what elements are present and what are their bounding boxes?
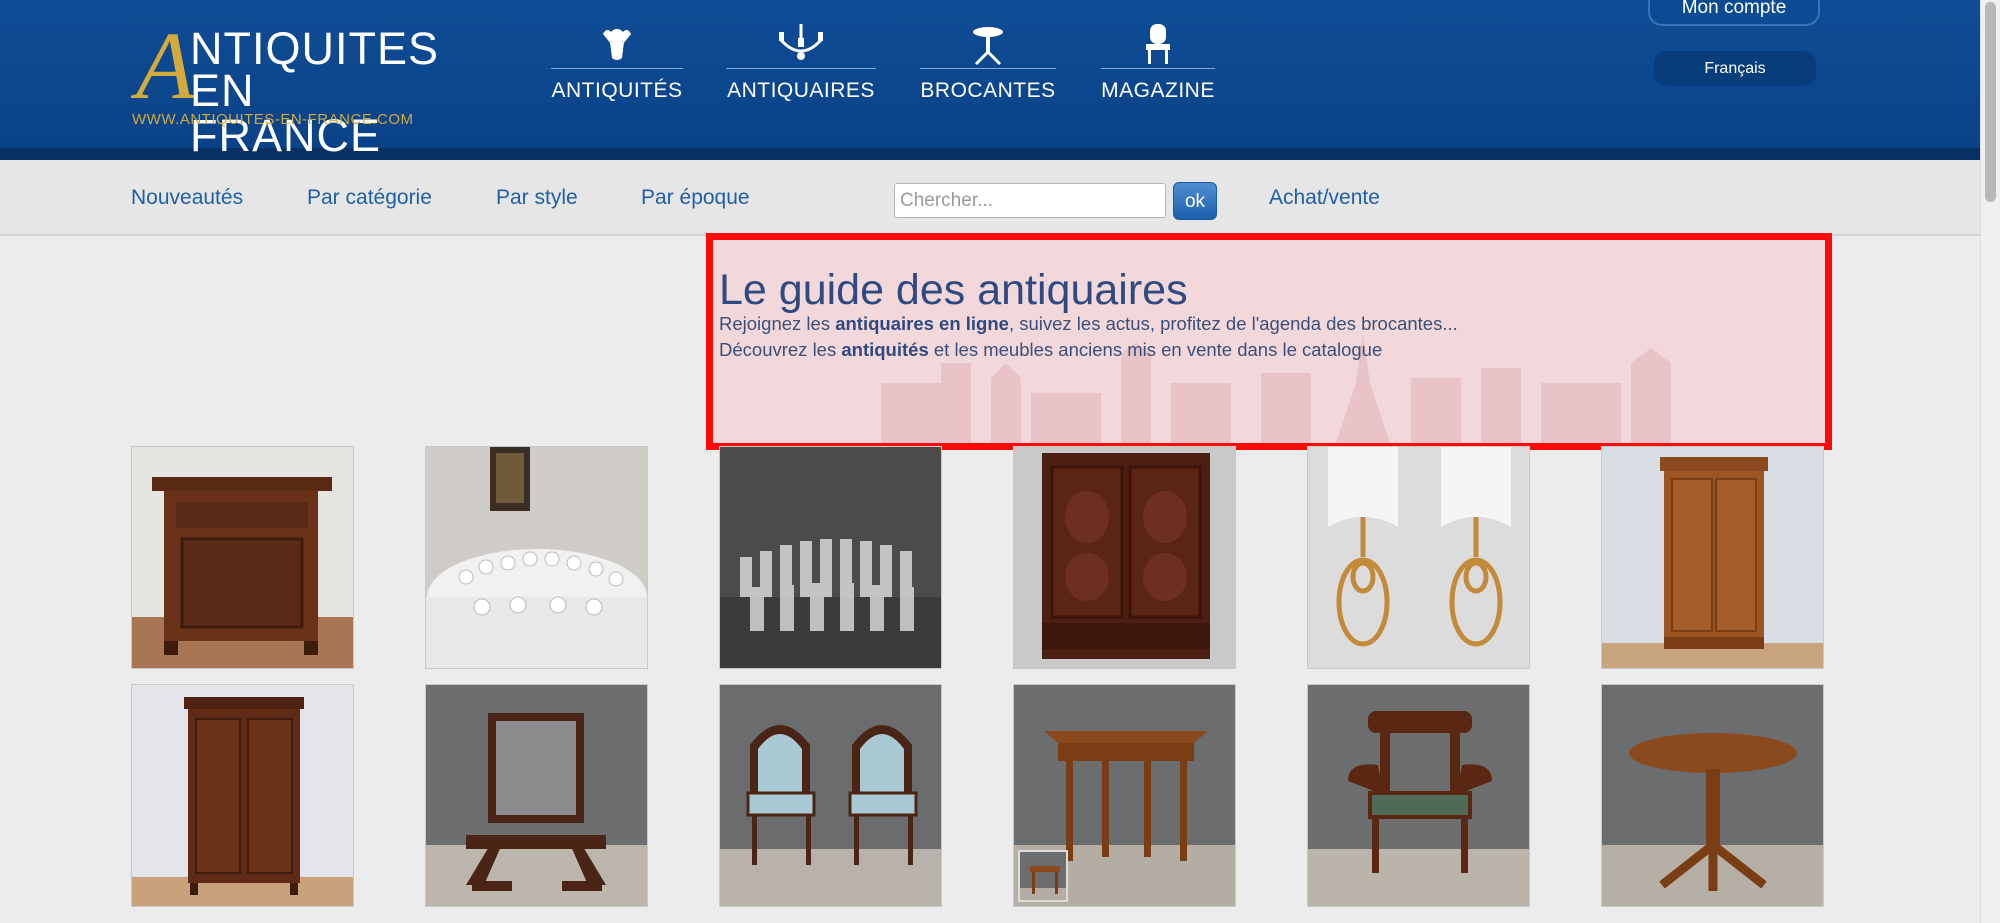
logo-letter: A (136, 12, 195, 119)
guide-line-2: Découvrez les antiquités et les meubles … (719, 339, 1383, 360)
guide-banner: Le guide des antiquaires Rejoignez les a… (706, 233, 1832, 450)
link-achat-vente[interactable]: Achat/vente (1269, 186, 1380, 210)
chandelier-icon (726, 22, 876, 66)
cherub-icon (551, 22, 683, 66)
psyche-mirror-image[interactable] (425, 684, 648, 907)
nav-label: BROCANTES (920, 79, 1056, 102)
nav-brocantes[interactable]: BROCANTES (920, 22, 1056, 103)
crystal-table-setting-image[interactable] (425, 446, 648, 669)
account-button[interactable]: Mon compte (1648, 0, 1820, 26)
guide-line-1: Rejoignez les antiquaires en ligne, suiv… (719, 313, 1458, 334)
pedestal-table-icon (920, 22, 1056, 66)
nav-antiquaires[interactable]: ANTIQUAIRES (726, 22, 876, 103)
armchair-icon (1101, 22, 1215, 66)
scrollbar-thumb[interactable] (1985, 2, 1996, 202)
site-header: A NTIQUITES EN FRANCE WWW.ANTIQUITES-EN-… (0, 0, 1980, 160)
link-antiquaires-en-ligne[interactable]: antiquaires en ligne (835, 313, 1009, 334)
nav-magazine[interactable]: MAGAZINE (1101, 22, 1215, 103)
link-antiquites[interactable]: antiquités (841, 339, 928, 360)
site-logo[interactable]: A NTIQUITES EN FRANCE WWW.ANTIQUITES-EN-… (130, 18, 440, 159)
nav-label: MAGAZINE (1101, 79, 1215, 102)
link-nouveautes[interactable]: Nouveautés (131, 186, 243, 210)
scrollbar[interactable] (1980, 0, 2000, 923)
link-par-categorie[interactable]: Par catégorie (307, 186, 432, 210)
guide-title: Le guide des antiquaires (719, 266, 1188, 314)
thumbnail-image[interactable] (1018, 850, 1068, 902)
round-pedestal-table-image[interactable] (1601, 684, 1824, 907)
crystal-glasses-image[interactable] (719, 446, 942, 669)
nav-antiquites[interactable]: ANTIQUITÉS (551, 22, 683, 103)
cherry-armoire-image[interactable] (1601, 446, 1824, 669)
search-ok-button[interactable]: ok (1173, 182, 1217, 220)
armchair-image[interactable] (1307, 684, 1530, 907)
bedside-cabinet-image[interactable] (131, 446, 354, 669)
gold-earrings-image[interactable] (1307, 446, 1530, 669)
pair-of-chairs-image[interactable] (719, 684, 942, 907)
nav-label: ANTIQUITÉS (551, 79, 683, 102)
link-par-epoque[interactable]: Par époque (641, 186, 750, 210)
tall-cabinet-image[interactable] (131, 684, 354, 907)
link-par-style[interactable]: Par style (496, 186, 578, 210)
carved-armoire-image[interactable] (1013, 446, 1236, 669)
language-button[interactable]: Français (1654, 51, 1816, 86)
search-input[interactable] (894, 183, 1166, 218)
logo-url: WWW.ANTIQUITES-EN-FRANCE.COM (132, 111, 414, 128)
nav-label: ANTIQUAIRES (727, 79, 875, 102)
demi-lune-table-image[interactable] (1013, 684, 1236, 907)
secondary-nav: Nouveautés Par catégorie Par style Par é… (0, 160, 1980, 236)
